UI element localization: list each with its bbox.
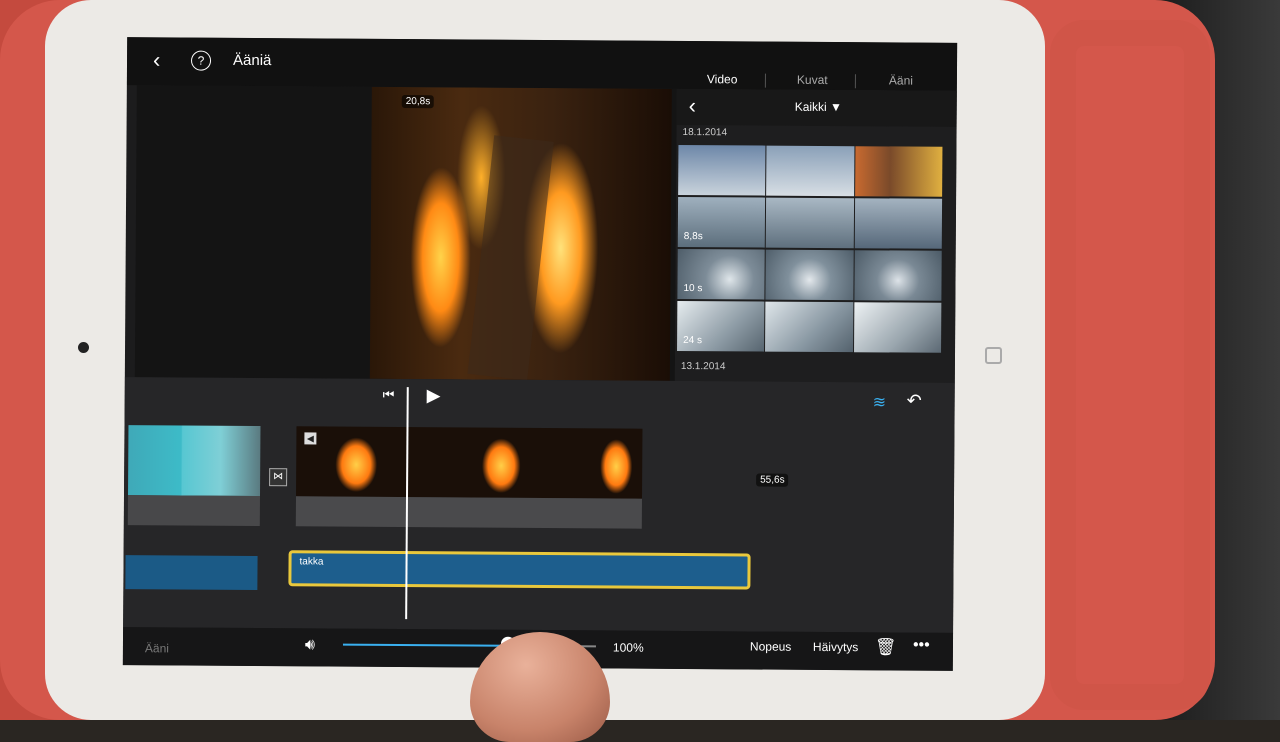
filter-dropdown[interactable]: Kaikki ▼ [795,100,842,114]
thumbnail-row[interactable] [677,300,942,353]
play-icon[interactable]: ▶ [427,385,441,406]
project-title: Ääniä [232,51,272,70]
thumbnail-row[interactable] [678,144,943,197]
audio-clip-selected[interactable] [288,550,751,590]
date-header: 13.1.2014 [680,360,726,373]
speaker-mute-icon: ◀ [304,432,317,445]
media-browser: Video Kuvat Ääni ‹ Kaikki ▼ 18.1.2014 8,… [674,72,957,383]
video-preview[interactable] [134,85,677,381]
app-screen: ‹ ? Ääniä 20,8s Video Kuvat Ääni ‹ Kaikk… [122,37,958,671]
speed-button[interactable]: Nopeus [750,639,791,653]
back-icon[interactable]: ‹ [153,47,161,73]
video-clip[interactable] [128,425,261,497]
video-clip-fire[interactable] [296,426,643,499]
volume-percent: 100% [612,640,644,655]
tab-divider [854,74,856,89]
more-icon[interactable]: ••• [913,637,930,655]
audio-waveform-icon[interactable]: ≋ [873,392,887,412]
home-button[interactable] [985,347,1002,364]
thumbnail-duration: 10 s [683,283,703,295]
clip-length: 55,6s [756,473,789,487]
tab-video[interactable]: Video [707,72,738,86]
thumbnail-duration: 8,8s [683,231,703,243]
thumbnail-row[interactable] [677,248,942,301]
tab-divider [764,73,766,88]
clip-waveform [127,495,261,527]
fade-button[interactable]: Häivytys [813,640,858,654]
audio-clip-label: takka [299,556,324,568]
date-header: 18.1.2014 [682,126,728,139]
browser-back-icon[interactable]: ‹ [689,93,697,119]
timeline[interactable]: ⏮ ▶ ≋ ↶ ⋈ ◀ 55,6s takka [123,377,955,633]
top-bar: ‹ ? Ääniä [126,37,958,91]
trash-icon[interactable]: 🗑︎ [875,637,897,657]
camera-icon [78,342,89,353]
audio-track-segment[interactable] [125,555,258,591]
skip-to-start-icon[interactable]: ⏮ [383,387,395,403]
preview-time: 20,8s [401,95,435,109]
tab-audio[interactable]: Ääni [889,73,913,87]
volume-icon: 🔊︎ [304,636,316,654]
transition-icon[interactable]: ⋈ [269,468,288,487]
help-icon[interactable]: ? [190,50,212,71]
inspector-section-label: Ääni [144,641,170,656]
thumbnail-row[interactable] [677,196,943,249]
thumbnail-duration: 24 s [683,334,703,347]
tab-photos[interactable]: Kuvat [797,73,828,87]
browser-header: ‹ Kaikki ▼ [676,88,957,127]
clip-waveform [295,496,642,529]
case-handle [1050,20,1210,710]
undo-icon[interactable]: ↶ [907,391,922,412]
